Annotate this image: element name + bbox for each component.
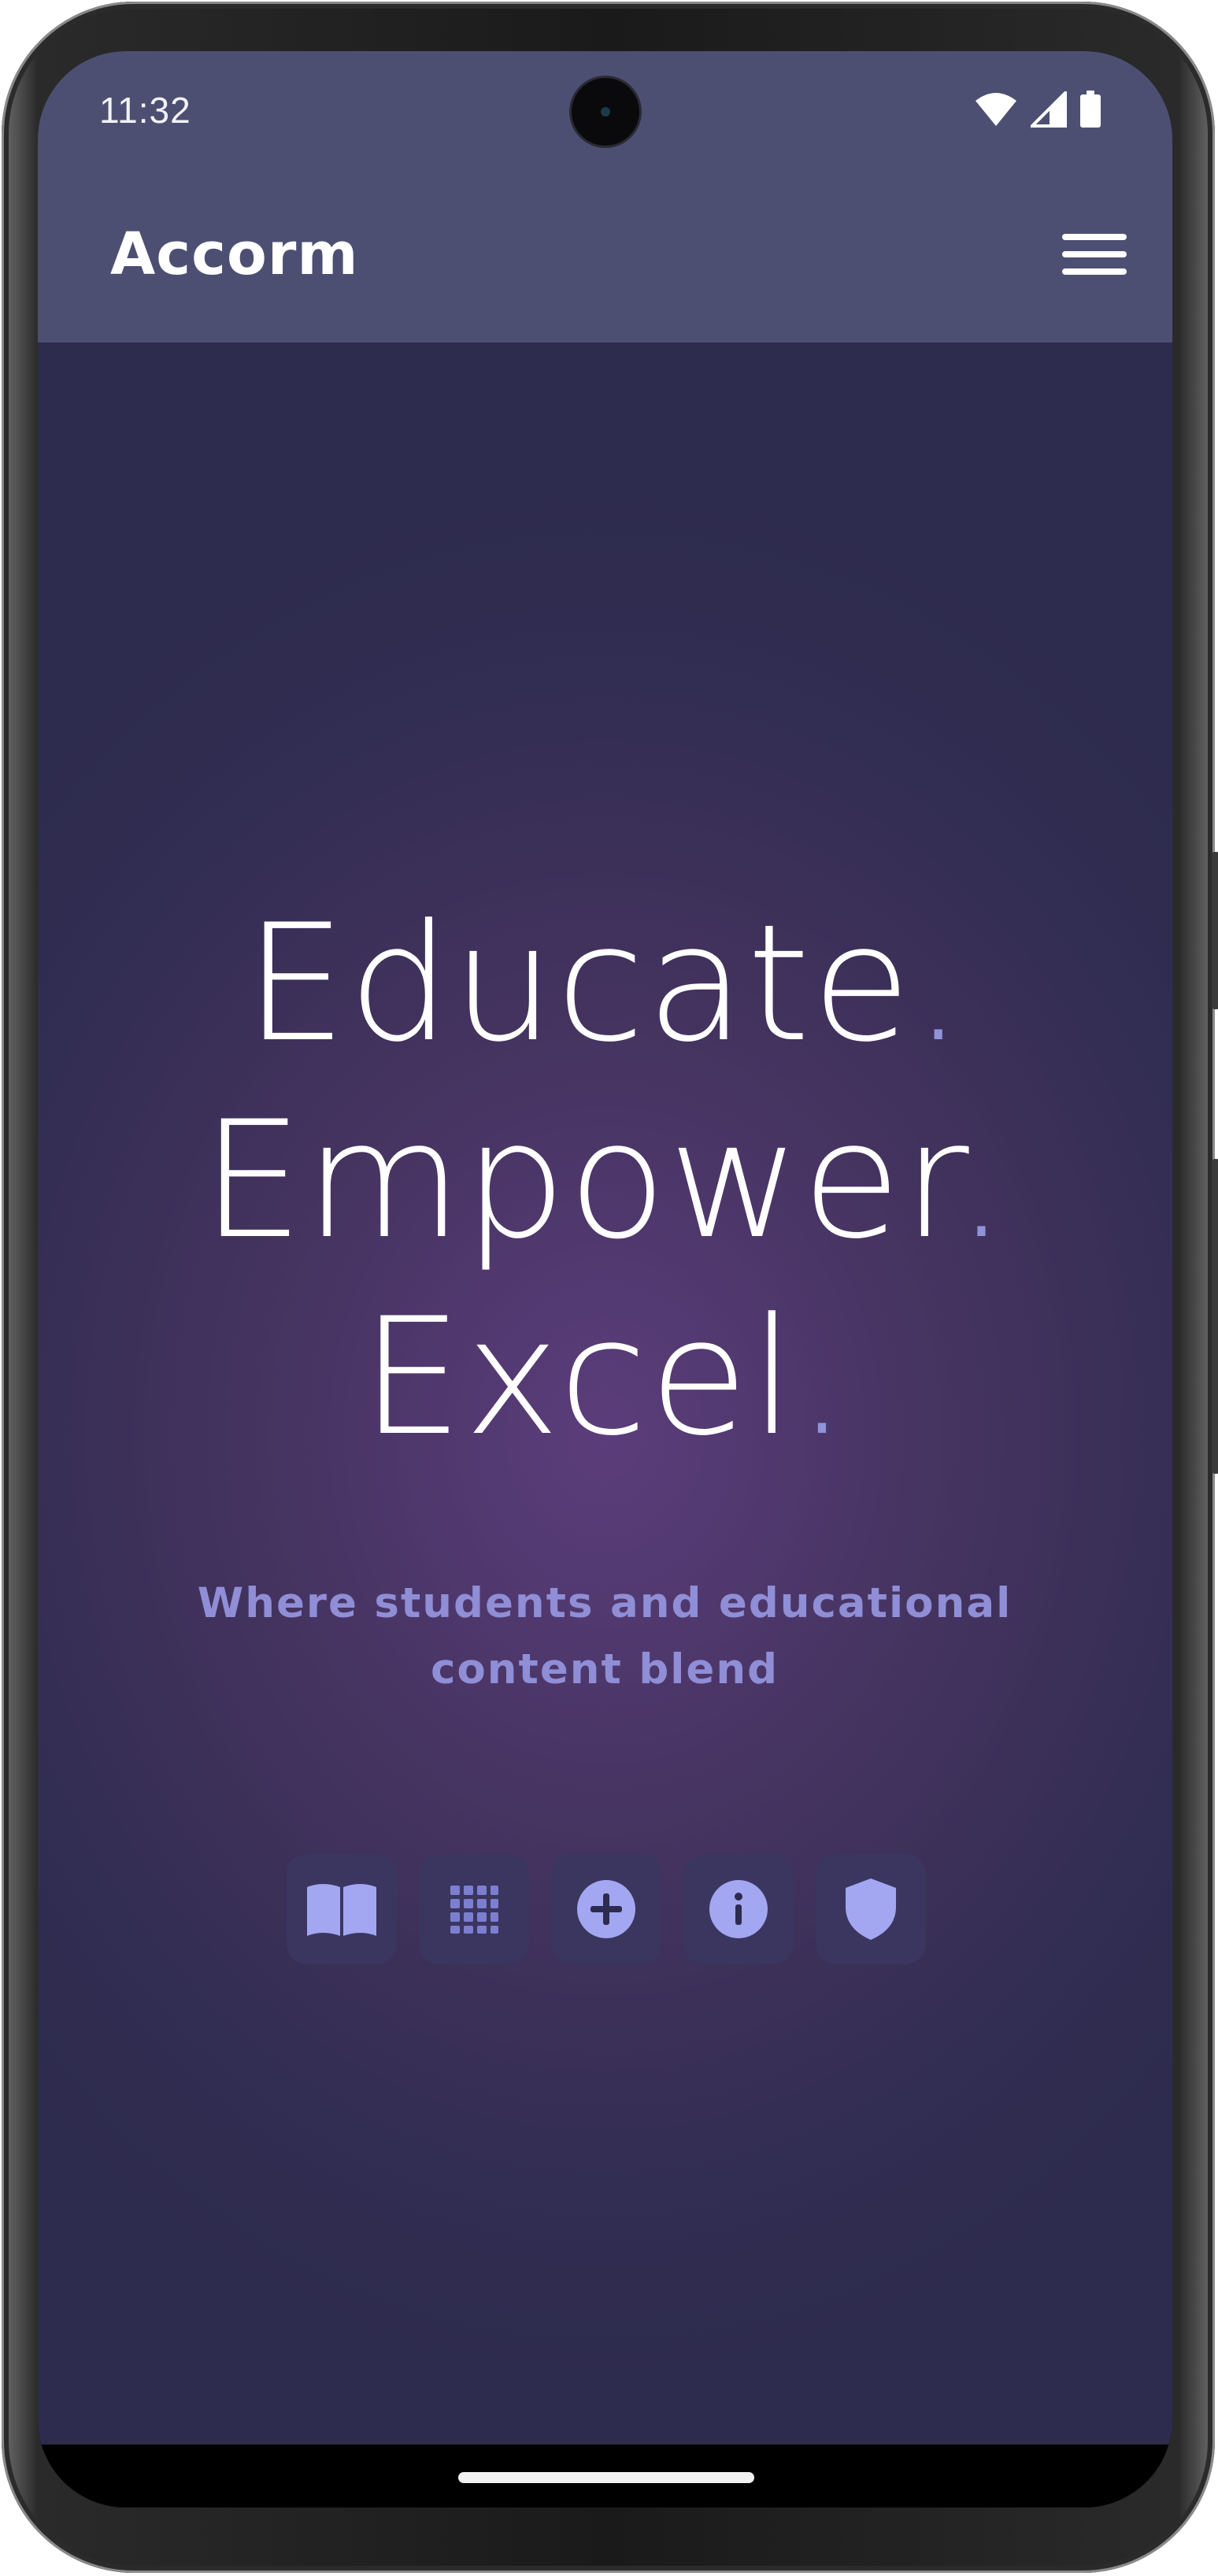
info-button[interactable] [683,1854,794,1964]
headline-dot: . [913,890,966,1078]
cellular-signal-icon [1031,91,1067,128]
menu-line [1062,268,1127,275]
status-bar: 11:32 [38,51,1172,173]
headline-dot: . [955,1087,1009,1275]
headline-dot: . [796,1284,850,1471]
privacy-button[interactable] [816,1854,926,1964]
book-open-icon [307,1884,376,1936]
navigation-bar [38,2445,1172,2508]
tagline: Where students and educational content b… [197,1579,1013,1693]
hamburger-menu-icon[interactable] [1062,222,1127,287]
quick-actions [287,1854,926,1964]
front-camera [572,78,639,146]
volume-button [1212,852,1218,1009]
status-icons [974,91,1101,128]
headline-line-empower: Empower. [201,1087,1009,1275]
shield-icon [846,1878,896,1940]
app-bar: Accorm [38,173,1172,342]
headline-line-educate: Educate. [244,890,966,1078]
grid-icon [450,1886,498,1934]
book-button[interactable] [287,1854,397,1964]
info-icon [709,1880,768,1938]
add-button[interactable] [551,1854,661,1964]
headline: Educate. Empower. Excel. [38,886,1172,1476]
power-button [1212,1159,1218,1474]
plus-circle-icon [577,1880,635,1938]
headline-line-excel: Excel. [361,1284,850,1471]
wifi-icon [976,93,1016,126]
screen: 11:32 Accorm Educate. Empower. Excel. Wh… [38,51,1172,2508]
status-time: 11:32 [99,90,191,131]
home-indicator[interactable] [458,2472,754,2483]
phone-frame: 11:32 Accorm Educate. Empower. Excel. Wh… [2,2,1218,2573]
hero-section: Educate. Empower. Excel. Where students … [38,342,1172,2445]
battery-icon [1080,91,1101,128]
menu-line [1062,234,1127,240]
menu-line [1062,251,1127,257]
grid-button[interactable] [419,1854,529,1964]
app-title[interactable]: Accorm [110,220,358,288]
